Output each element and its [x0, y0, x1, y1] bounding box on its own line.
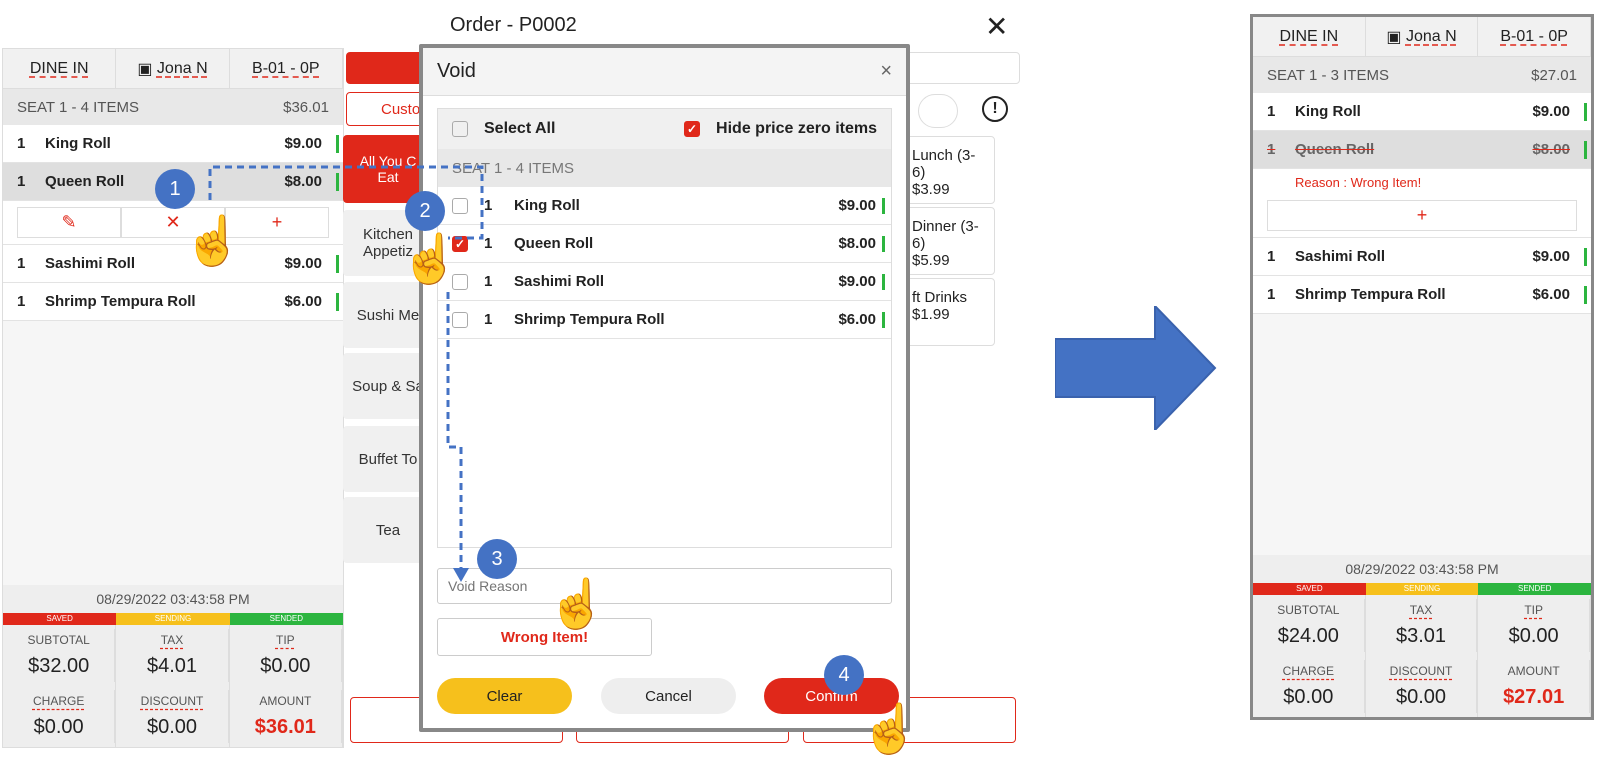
- totals-footer: 08/29/2022 03:43:58 PM SAVED SENDING SEN…: [1253, 555, 1592, 717]
- step-1-marker: 1: [155, 169, 195, 209]
- totals-grid: SUBTOTAL $24.00 TAX $3.01 TIP $0.00 CHARGE $…: [1253, 595, 1591, 717]
- charge-cell[interactable]: CHARGE $0.00: [1253, 656, 1366, 717]
- tax-label: TAX: [1366, 599, 1478, 621]
- table-label: B-01 - 0P: [1500, 27, 1568, 45]
- voided-item-row[interactable]: 1 Queen Roll $8.00: [1253, 131, 1591, 169]
- discount-cell[interactable]: DISCOUNT $0.00: [1366, 656, 1479, 717]
- amount-value: $27.01: [1478, 682, 1590, 713]
- subtotal-value: $24.00: [1253, 621, 1365, 652]
- dine-in-label: DINE IN: [1279, 27, 1339, 45]
- item-name: Sashimi Roll: [1295, 248, 1386, 265]
- item-price: $9.00: [1532, 103, 1570, 120]
- tax-value: $3.01: [1366, 621, 1478, 652]
- tax-cell[interactable]: TAX $3.01: [1366, 595, 1479, 656]
- order-item-row[interactable]: 1 King Roll $9.00: [1253, 93, 1591, 131]
- sent-indicator: [1584, 285, 1587, 304]
- order-item-row[interactable]: 1 Sashimi Roll $9.00: [1253, 238, 1591, 276]
- item-qty: 1: [1267, 248, 1276, 265]
- server-tab[interactable]: ▣ Jona N: [1366, 17, 1479, 56]
- amount-cell: AMOUNT $27.01: [1478, 656, 1591, 717]
- sent-indicator: [1584, 102, 1587, 121]
- tip-cell[interactable]: TIP $0.00: [1478, 595, 1591, 656]
- charge-label: CHARGE: [1253, 660, 1365, 682]
- discount-label: DISCOUNT: [1366, 660, 1478, 682]
- sent-indicator: [1584, 140, 1587, 159]
- add-icon[interactable]: +: [1267, 200, 1577, 231]
- discount-value: $0.00: [1366, 682, 1478, 713]
- seat-label: SEAT 1 - 3 ITEMS: [1267, 66, 1389, 84]
- item-price: $6.00: [1532, 286, 1570, 303]
- item-price: $9.00: [1532, 248, 1570, 265]
- timestamp: 08/29/2022 03:43:58 PM: [1253, 555, 1591, 583]
- order-header: DINE IN ▣ Jona N B-01 - 0P: [1253, 17, 1592, 57]
- step-2-marker: 2: [405, 191, 445, 231]
- subtotal-cell: SUBTOTAL $24.00: [1253, 595, 1366, 656]
- tap-hand-icon: ☝: [400, 233, 460, 286]
- person-icon: ▣: [1386, 28, 1406, 46]
- item-qty: 1: [1267, 286, 1276, 303]
- result-arrow-icon: [1055, 306, 1217, 430]
- status-bar: SAVED SENDING SENDED: [1253, 583, 1592, 595]
- tap-hand-icon: ☝: [183, 215, 243, 268]
- seat-total: $27.01: [1531, 66, 1577, 84]
- order-item-row[interactable]: 1 Shrimp Tempura Roll $6.00: [1253, 276, 1591, 314]
- tap-hand-icon: ☝: [547, 578, 607, 631]
- item-price: $8.00: [1532, 141, 1570, 158]
- arrowhead: [453, 568, 469, 582]
- step-3-marker: 3: [477, 539, 517, 579]
- item-actions: +: [1253, 194, 1591, 238]
- tip-value: $0.00: [1478, 621, 1590, 652]
- result-order-panel: DINE IN ▣ Jona N B-01 - 0P SEAT 1 - 3 IT…: [1250, 14, 1594, 720]
- void-reason-text: Reason : Wrong Item!: [1253, 169, 1591, 194]
- subtotal-label: SUBTOTAL: [1253, 599, 1365, 621]
- status-sended: SENDED: [1478, 583, 1592, 595]
- status-sending: SENDING: [1365, 583, 1479, 595]
- item-name: Shrimp Tempura Roll: [1295, 286, 1446, 303]
- step-4-marker: 4: [824, 655, 864, 695]
- tip-label: TIP: [1478, 599, 1590, 621]
- item-qty: 1: [1267, 103, 1276, 120]
- item-name: King Roll: [1295, 103, 1361, 120]
- flow-line: [446, 292, 463, 575]
- item-qty: 1: [1267, 141, 1276, 158]
- table-tab[interactable]: B-01 - 0P: [1478, 17, 1592, 56]
- amount-label: AMOUNT: [1478, 660, 1590, 682]
- sent-indicator: [1584, 247, 1587, 266]
- item-name: Queen Roll: [1295, 141, 1375, 158]
- seat-header[interactable]: SEAT 1 - 3 ITEMS $27.01: [1253, 57, 1591, 93]
- status-saved: SAVED: [1253, 583, 1366, 595]
- charge-value: $0.00: [1253, 682, 1365, 713]
- tap-hand-icon: ☝: [860, 703, 920, 756]
- server-label: Jona N: [1405, 27, 1457, 45]
- dine-in-tab[interactable]: DINE IN: [1253, 17, 1366, 56]
